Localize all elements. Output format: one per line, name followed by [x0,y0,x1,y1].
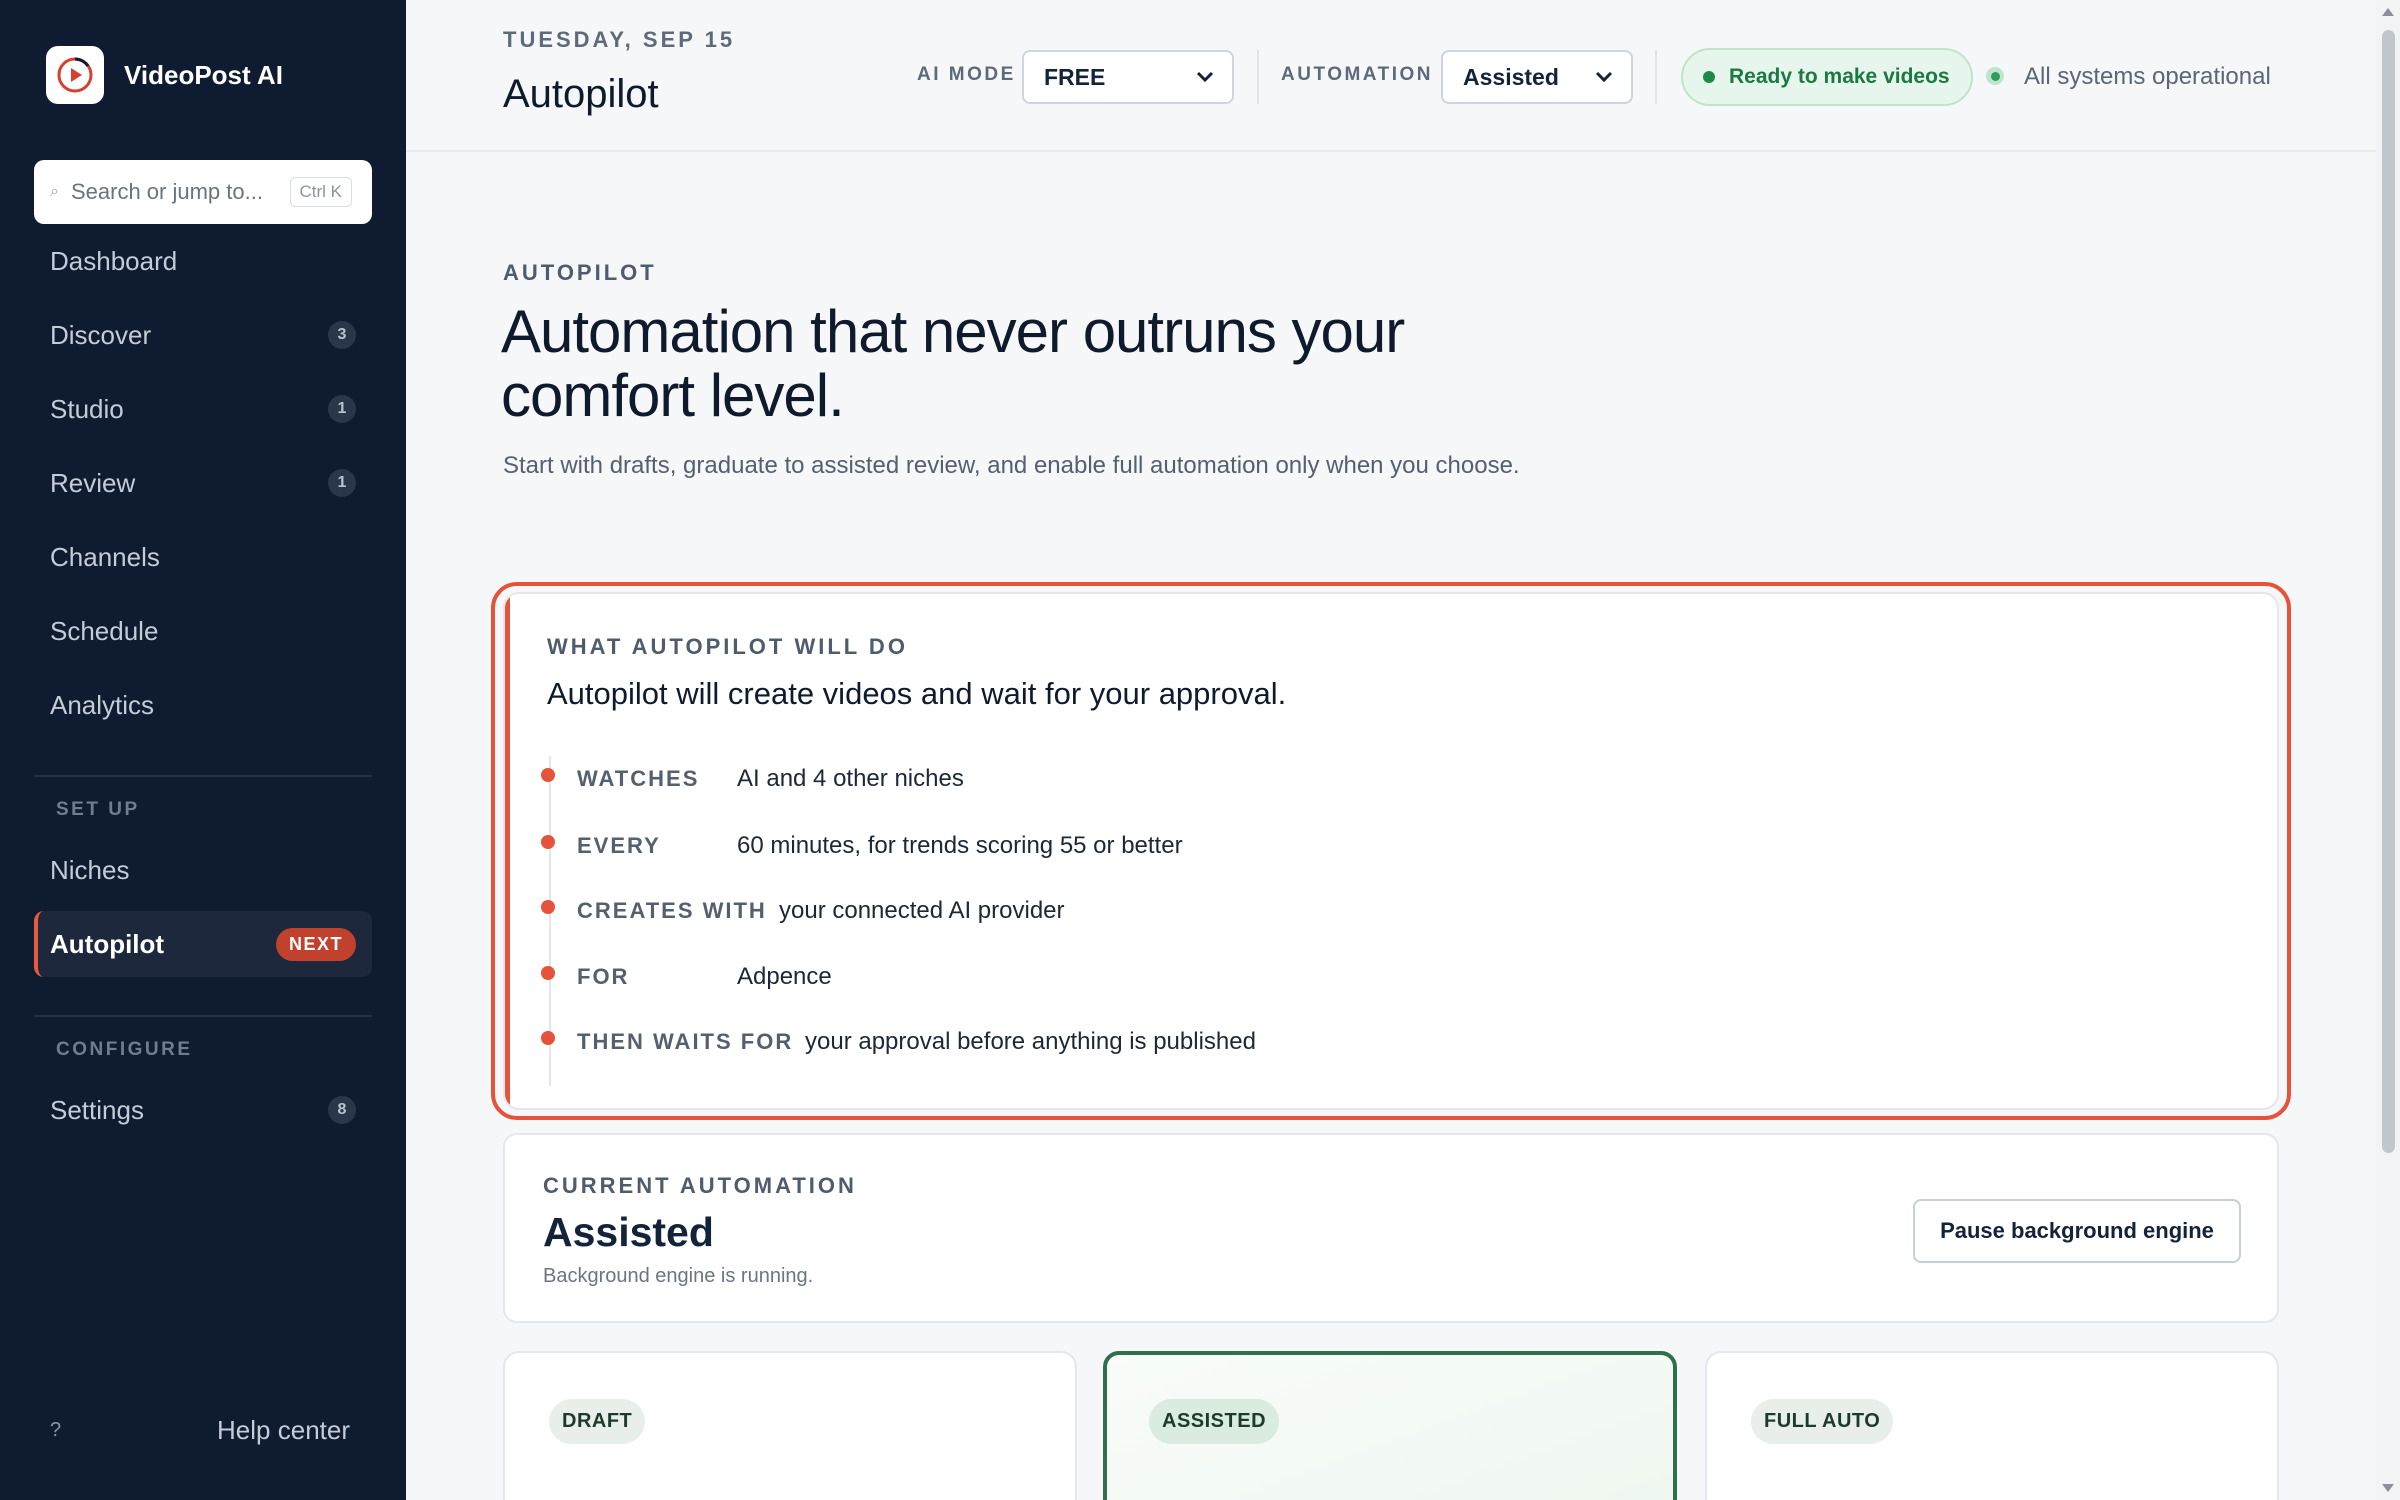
step-value: your connected AI provider [779,897,1065,924]
step-key: WATCHES [577,766,700,791]
section-eyebrow: AUTOPILOT [503,260,657,285]
next-badge: NEXT [275,927,356,961]
scrollbar-thumb[interactable] [2382,30,2395,1153]
summary-step: WATCHES AI and 4 other niches [541,759,964,799]
scroll-up-icon[interactable] [2382,8,2394,16]
step-value: AI and 4 other niches [737,765,964,792]
help-center-link[interactable]: ? Help center [34,1400,372,1460]
sidebar-item-settings[interactable]: Settings 8 [34,1077,372,1143]
step-key: THEN WAITS FOR [577,1029,794,1054]
card-eyebrow: CURRENT AUTOMATION [543,1173,857,1198]
step-value: your approval before anything is publish… [805,1028,1256,1055]
step-value: Adpence [737,963,832,990]
search-placeholder: Search or jump to... [70,179,263,204]
page-title: Autopilot [503,72,659,116]
count-badge: 1 [328,469,356,497]
search-input[interactable]: ⌕ Search or jump to... Ctrl K [34,160,372,224]
search-icon: ⌕ [50,183,59,200]
count-badge: 3 [328,321,356,349]
mode-card-draft[interactable]: DRAFT [503,1351,1077,1500]
bullet-dot-icon [541,1031,555,1045]
summary-step: EVERY 60 minutes, for trends scoring 55 … [541,826,1183,866]
mode-card-assisted[interactable]: ASSISTED [1103,1351,1677,1500]
bullet-dot-icon [541,768,555,782]
help-center-label: Help center [217,1414,350,1445]
mode-label: ASSISTED [1149,1399,1280,1444]
scroll-down-icon[interactable] [2382,1484,2394,1492]
summary-step: THEN WAITS FOR your approval before anyt… [541,1022,1256,1062]
automation-select[interactable]: Assisted [1441,50,1633,104]
status-dot-icon [1703,71,1715,83]
sidebar-item-niches[interactable]: Niches [34,837,372,903]
count-badge: 8 [328,1096,356,1124]
date-label: TUESDAY, SEP 15 [503,27,736,52]
step-value: 60 minutes, for trends scoring 55 or bet… [737,832,1183,859]
sidebar-item-channels[interactable]: Channels [34,524,372,590]
sidebar-item-dashboard[interactable]: Dashboard [34,228,372,294]
ready-status-text: Ready to make videos [1729,65,1950,88]
header-divider [1257,50,1259,104]
section-label-setup: SET UP [56,799,140,820]
sidebar-item-label: Studio [50,393,124,424]
app-name: VideoPost AI [124,59,283,90]
autopilot-summary-card: WHAT AUTOPILOT WILL DO Autopilot will cr… [503,592,2279,1110]
bullet-dot-icon [541,966,555,980]
sidebar-item-analytics[interactable]: Analytics [34,672,372,738]
bullet-dot-icon [541,835,555,849]
hero-title: Automation that never outruns your comfo… [501,298,1405,429]
mode-card-full-auto[interactable]: FULL AUTO [1705,1351,2279,1500]
current-mode: Assisted [543,1209,714,1255]
ai-mode-select[interactable]: FREE [1022,50,1234,104]
sidebar-item-discover[interactable]: Discover 3 [34,302,372,368]
sidebar-item-label: Dashboard [50,245,178,276]
card-eyebrow: WHAT AUTOPILOT WILL DO [547,634,908,659]
automation-label: AUTOMATION [1281,64,1434,85]
sidebar-item-label: Channels [50,541,160,572]
pause-engine-button[interactable]: Pause background engine [1913,1199,2241,1263]
section-label-configure: CONFIGURE [56,1039,193,1060]
ai-mode-label: AI MODE [917,64,1016,85]
count-badge: 1 [328,395,356,423]
sidebar-item-label: Analytics [50,689,155,720]
mode-label: DRAFT [549,1399,646,1444]
step-key: CREATES WITH [577,898,767,923]
chevron-down-icon [1196,71,1214,83]
card-headline: Autopilot will create videos and wait fo… [547,676,1287,711]
step-key: FOR [577,964,630,989]
sidebar-divider [34,1015,372,1017]
automation-value: Assisted [1463,63,1559,90]
sidebar-item-label: Review [50,467,136,498]
system-status-text: All systems operational [2024,63,2271,90]
header-divider [1655,50,1657,104]
sidebar-item-autopilot[interactable]: Autopilot NEXT [34,911,372,977]
sidebar-item-label: Settings [50,1094,144,1125]
sidebar-item-label: Discover [50,319,152,350]
summary-step: CREATES WITH your connected AI provider [541,891,1065,931]
hero-subtitle: Start with drafts, graduate to assisted … [503,452,1520,479]
brand[interactable]: VideoPost AI [46,46,283,104]
mode-label: FULL AUTO [1751,1399,1894,1444]
step-key: EVERY [577,833,661,858]
sidebar-divider [34,775,372,777]
sidebar-item-label: Niches [50,854,130,885]
help-icon: ? [50,1418,62,1441]
ready-status-badge: Ready to make videos [1681,48,1973,106]
sidebar: VideoPost AI ⌕ Search or jump to... Ctrl… [0,0,406,1500]
top-header: TUESDAY, SEP 15 Autopilot AI MODE FREE A… [406,0,2376,152]
play-logo-icon [46,46,104,104]
ai-mode-value: FREE [1044,63,1106,90]
sidebar-item-review[interactable]: Review 1 [34,450,372,516]
current-automation-card: CURRENT AUTOMATION Assisted Background e… [503,1133,2279,1323]
chevron-down-icon [1595,71,1613,83]
search-shortcut-hint: Ctrl K [289,177,352,207]
system-status-dot-icon [1986,67,2004,85]
engine-status: Background engine is running. [543,1265,814,1287]
bullet-dot-icon [541,900,555,914]
summary-step: FOR Adpence [541,957,832,997]
sidebar-item-studio[interactable]: Studio 1 [34,376,372,442]
sidebar-item-label: Schedule [50,615,159,646]
sidebar-item-label: Autopilot [50,928,165,959]
sidebar-item-schedule[interactable]: Schedule [34,598,372,664]
